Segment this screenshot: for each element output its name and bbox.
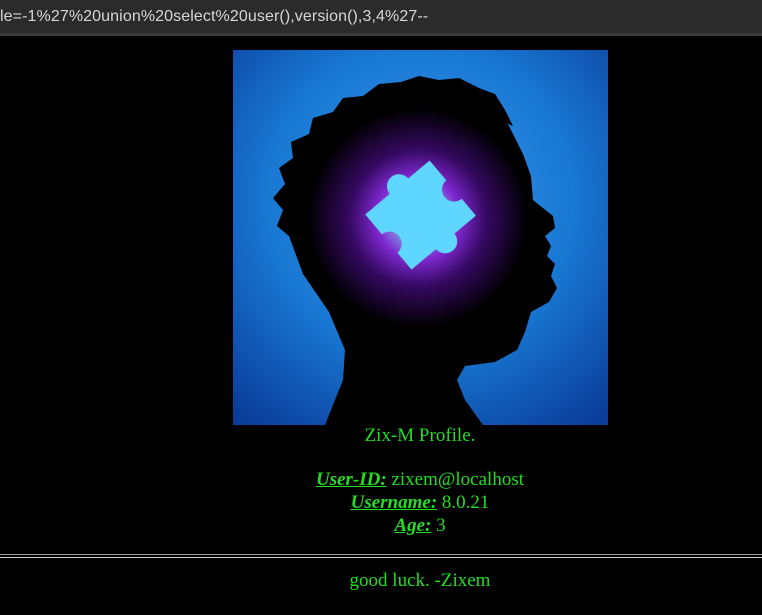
- profile-title: Zix-M Profile.: [364, 425, 476, 446]
- age-row: Age: 3: [0, 514, 762, 537]
- head-puzzle-image: [233, 50, 608, 425]
- username-value: 8.0.21: [441, 492, 490, 513]
- age-label: Age:: [394, 515, 432, 536]
- user-id-label: User-ID:: [316, 469, 387, 490]
- age-value: 3: [436, 515, 446, 536]
- user-id-value: zixem@localhost: [391, 469, 524, 490]
- user-id-row: User-ID: zixem@localhost: [0, 468, 762, 491]
- footer-text: good luck. -Zixem: [349, 570, 491, 591]
- username-label: Username:: [350, 492, 438, 513]
- address-bar[interactable]: le=-1%27%20union%20select%20user(),versi…: [0, 0, 762, 36]
- profile-spacer: [0, 447, 762, 468]
- address-bar-url[interactable]: le=-1%27%20union%20select%20user(),versi…: [0, 8, 428, 26]
- profile-image: [233, 50, 608, 425]
- username-row: Username: 8.0.21: [0, 491, 762, 514]
- profile-section: Zix-M Profile. User-ID: zixem@localhost …: [0, 424, 762, 537]
- horizontal-divider: [0, 554, 762, 558]
